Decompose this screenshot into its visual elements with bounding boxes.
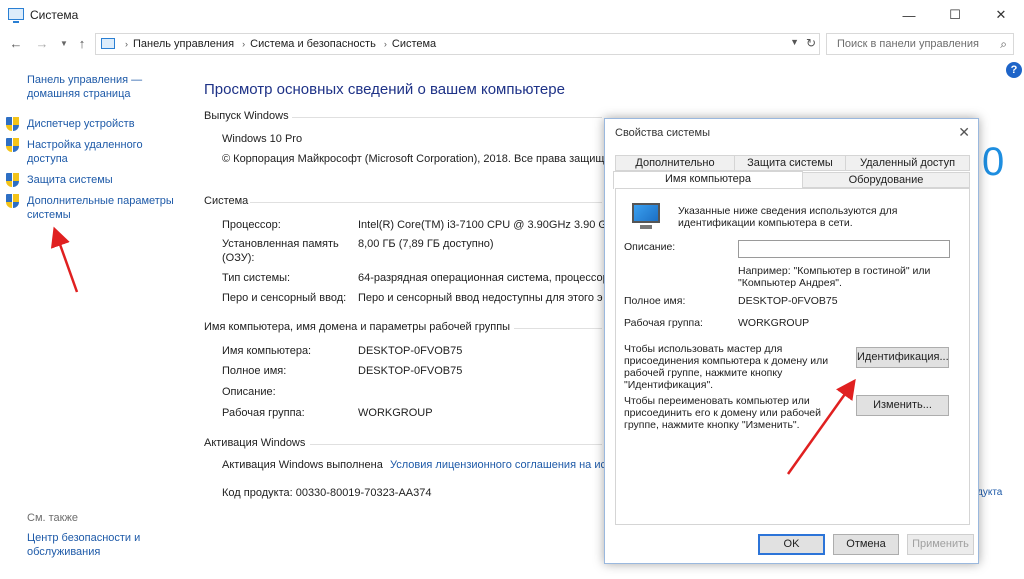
workgroup-value: WORKGROUP — [358, 407, 433, 419]
shield-icon — [6, 173, 19, 188]
windows-edition: Windows 10 Pro — [222, 133, 303, 145]
see-also-label: См. также — [27, 512, 78, 524]
change-button[interactable]: Изменить... — [856, 395, 949, 416]
processor-label: Процессор: — [222, 219, 281, 231]
description-field[interactable] — [738, 240, 950, 258]
description-label: Описание: — [222, 386, 276, 398]
breadcrumb-control-panel[interactable]: Панель управления — [133, 38, 234, 50]
window-title: Система — [30, 8, 79, 22]
divider — [250, 202, 602, 203]
page-title: Просмотр основных сведений о вашем компь… — [204, 81, 565, 98]
shield-icon — [6, 194, 19, 209]
description-label: Описание: — [624, 241, 676, 253]
tab-system-protection[interactable]: Защита системы — [734, 155, 846, 171]
dialog-title: Свойства системы — [615, 127, 711, 139]
wizard-text: Чтобы использовать мастер для присоедине… — [624, 343, 829, 391]
shield-icon — [6, 117, 19, 132]
sidebar-item-remote-settings[interactable]: Настройка удаленного доступа — [27, 138, 157, 166]
processor-value: Intel(R) Core(TM) i3-7100 CPU @ 3.90GHz … — [358, 219, 621, 231]
system-window-icon — [8, 8, 24, 23]
ok-button[interactable]: OK — [758, 534, 825, 555]
breadcrumb: › Панель управления › Система и безопаснос… — [125, 38, 437, 50]
edition-header: Выпуск Windows — [204, 110, 289, 122]
forward-arrow-icon[interactable]: → — [32, 34, 52, 54]
system-header: Система — [204, 195, 249, 207]
product-key: Код продукта: 00330-80019-70323-AA374 — [222, 487, 432, 499]
computer-name-tab-panel: Указанные ниже сведения используются для… — [615, 188, 970, 525]
workgroup-label: Рабочая группа: — [624, 317, 703, 329]
activation-header: Активация Windows — [204, 437, 306, 449]
search-placeholder: Поиск в панели управления — [837, 38, 979, 50]
control-panel-home-link[interactable]: Панель управления — домашняя страница — [27, 73, 157, 101]
divider — [310, 444, 602, 445]
divider — [292, 117, 602, 118]
close-button[interactable]: ✕ — [978, 0, 1024, 30]
identification-button[interactable]: Идентификация... — [856, 347, 949, 368]
system-type-label: Тип системы: — [222, 272, 291, 284]
breadcrumb-system-security[interactable]: Система и безопасность — [250, 38, 376, 50]
tab-computer-name[interactable]: Имя компьютера — [613, 171, 803, 189]
computer-icon — [632, 203, 660, 229]
maximize-button[interactable]: ☐ — [932, 0, 978, 30]
sidebar-item-device-manager[interactable]: Диспетчер устройств — [27, 117, 135, 131]
divider — [514, 328, 602, 329]
navigation-bar: ← → ▼ ↑ › Панель управления › Система и бе… — [0, 30, 1024, 58]
security-center-link[interactable]: Центр безопасности и обслуживания — [27, 531, 157, 559]
arrow-to-advanced-settings — [50, 226, 79, 293]
cancel-button[interactable]: Отмена — [833, 534, 899, 555]
license-terms-link[interactable]: Условия лицензионного соглашения на ис — [390, 459, 606, 471]
tab-hardware[interactable]: Оборудование — [802, 172, 970, 188]
apply-button: Применить — [907, 534, 974, 555]
system-type-value: 64-разрядная операционная система, проце… — [358, 272, 609, 284]
sidebar-item-system-protection[interactable]: Защита системы — [27, 173, 113, 187]
computer-name-header: Имя компьютера, имя домена и параметры р… — [204, 321, 511, 333]
full-name-value: DESKTOP-0FVOB75 — [738, 295, 838, 307]
title-bar: Система — ☐ ✕ — [0, 0, 1024, 30]
search-input[interactable]: Поиск в панели управления ⌕ — [826, 33, 1014, 55]
address-bar[interactable]: › Панель управления › Система и безопаснос… — [95, 33, 820, 55]
activation-status: Активация Windows выполнена — [222, 459, 383, 471]
full-name-value: DESKTOP-0FVOB75 — [358, 365, 463, 377]
computer-name-value: DESKTOP-0FVOB75 — [358, 345, 463, 357]
full-name-label: Полное имя: — [624, 295, 686, 307]
system-properties-dialog: Свойства системы ✕ Дополнительно Защита … — [604, 118, 979, 564]
pen-touch-label: Перо и сенсорный ввод: — [222, 292, 347, 304]
control-panel-icon — [101, 38, 115, 49]
memory-label: Установленная память (ОЗУ): — [222, 238, 339, 264]
tab-advanced[interactable]: Дополнительно — [615, 155, 735, 171]
refresh-icon[interactable]: ↻ — [806, 36, 816, 50]
sidebar-item-advanced-settings[interactable]: Дополнительные параметры системы — [27, 194, 187, 222]
rename-text: Чтобы переименовать компьютер или присое… — [624, 395, 822, 431]
workgroup-value: WORKGROUP — [738, 317, 810, 329]
copyright-text: © Корпорация Майкрософт (Microsoft Corpo… — [222, 153, 605, 165]
help-icon[interactable]: ? — [1006, 62, 1022, 78]
workgroup-label: Рабочая группа: — [222, 407, 305, 419]
address-dropdown-chevron-icon[interactable]: ▼ — [790, 37, 799, 47]
breadcrumb-system[interactable]: Система — [392, 38, 436, 50]
windows-logo-text: 0 — [982, 140, 1005, 184]
info-text: Указанные ниже сведения используются для… — [678, 205, 898, 229]
minimize-button[interactable]: — — [886, 0, 932, 30]
change-product-key-link[interactable]: дукта — [977, 487, 1002, 498]
memory-value: 8,00 ГБ (7,89 ГБ доступно) — [358, 238, 494, 250]
up-arrow-icon[interactable]: ↑ — [72, 34, 92, 54]
recent-locations-chevron-icon[interactable]: ▼ — [54, 34, 74, 54]
pen-touch-value: Перо и сенсорный ввод недоступны для это… — [358, 292, 603, 304]
back-arrow-icon[interactable]: ← — [6, 34, 26, 54]
dialog-close-icon[interactable]: ✕ — [958, 124, 970, 141]
tab-remote[interactable]: Удаленный доступ — [845, 155, 970, 171]
full-name-label: Полное имя: — [222, 365, 287, 377]
search-icon[interactable]: ⌕ — [1000, 37, 1007, 52]
computer-name-label: Имя компьютера: — [222, 345, 312, 357]
shield-icon — [6, 138, 19, 153]
example-text: Например: "Компьютер в гостиной" или "Ко… — [738, 265, 931, 289]
